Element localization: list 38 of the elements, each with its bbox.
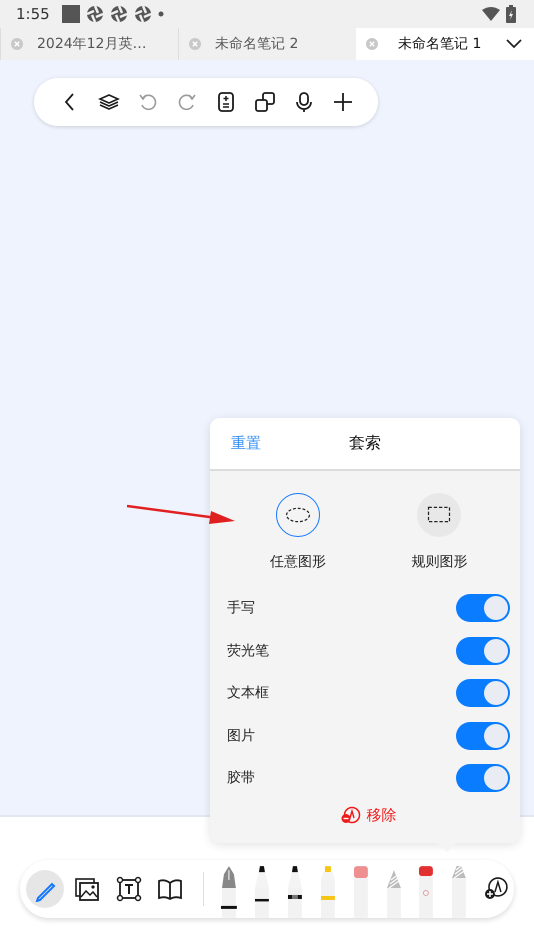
clock-time: 1:55	[16, 5, 50, 23]
shape-option[interactable]: 任意图形	[242, 493, 353, 571]
add-tool-icon[interactable]	[484, 877, 508, 901]
shape-label: 规则图形	[411, 553, 468, 571]
tab-label[interactable]: 未命名笔记 2	[215, 35, 298, 53]
square-icon	[62, 5, 80, 23]
toggle-switch[interactable]	[456, 594, 510, 622]
toggle-switch[interactable]	[456, 636, 510, 665]
toggle-switch[interactable]	[456, 764, 510, 792]
aperture-icon	[134, 5, 152, 23]
remove-icon	[340, 806, 360, 824]
layers-icon[interactable]	[98, 91, 120, 113]
dot-icon	[158, 11, 164, 17]
shape-circle[interactable]	[417, 493, 462, 537]
tab-label[interactable]: 未命名笔记 1	[392, 35, 482, 53]
aperture-icon	[110, 5, 128, 23]
aperture-icon	[86, 5, 104, 23]
filter-label: 图片	[227, 726, 255, 745]
battery-icon	[506, 5, 516, 23]
tab[interactable]: 未命名笔记 1	[356, 28, 494, 60]
shape-option[interactable]: 规则图形	[384, 493, 494, 571]
toggle-switch[interactable]	[456, 679, 510, 708]
filter-label: 手写	[227, 599, 255, 618]
chevron-down-icon[interactable]	[494, 28, 534, 60]
text-box-icon	[116, 876, 142, 902]
remove-button[interactable]: 移除	[340, 806, 396, 824]
toggle-switch[interactable]	[456, 722, 510, 750]
wifi-icon	[482, 7, 500, 21]
panel-title: 套索	[349, 433, 381, 454]
shape-label: 任意图形	[270, 553, 326, 571]
copy-icon[interactable]	[254, 91, 276, 113]
filter-label: 荧光笔	[227, 642, 269, 660]
image-icon	[74, 876, 100, 902]
plus-icon[interactable]	[332, 91, 354, 113]
reset-link[interactable]: 重置	[231, 434, 261, 453]
tab-label[interactable]: 2024年12月英…	[37, 35, 146, 53]
filter-label: 胶带	[227, 769, 255, 788]
filter-label: 文本框	[227, 684, 269, 702]
